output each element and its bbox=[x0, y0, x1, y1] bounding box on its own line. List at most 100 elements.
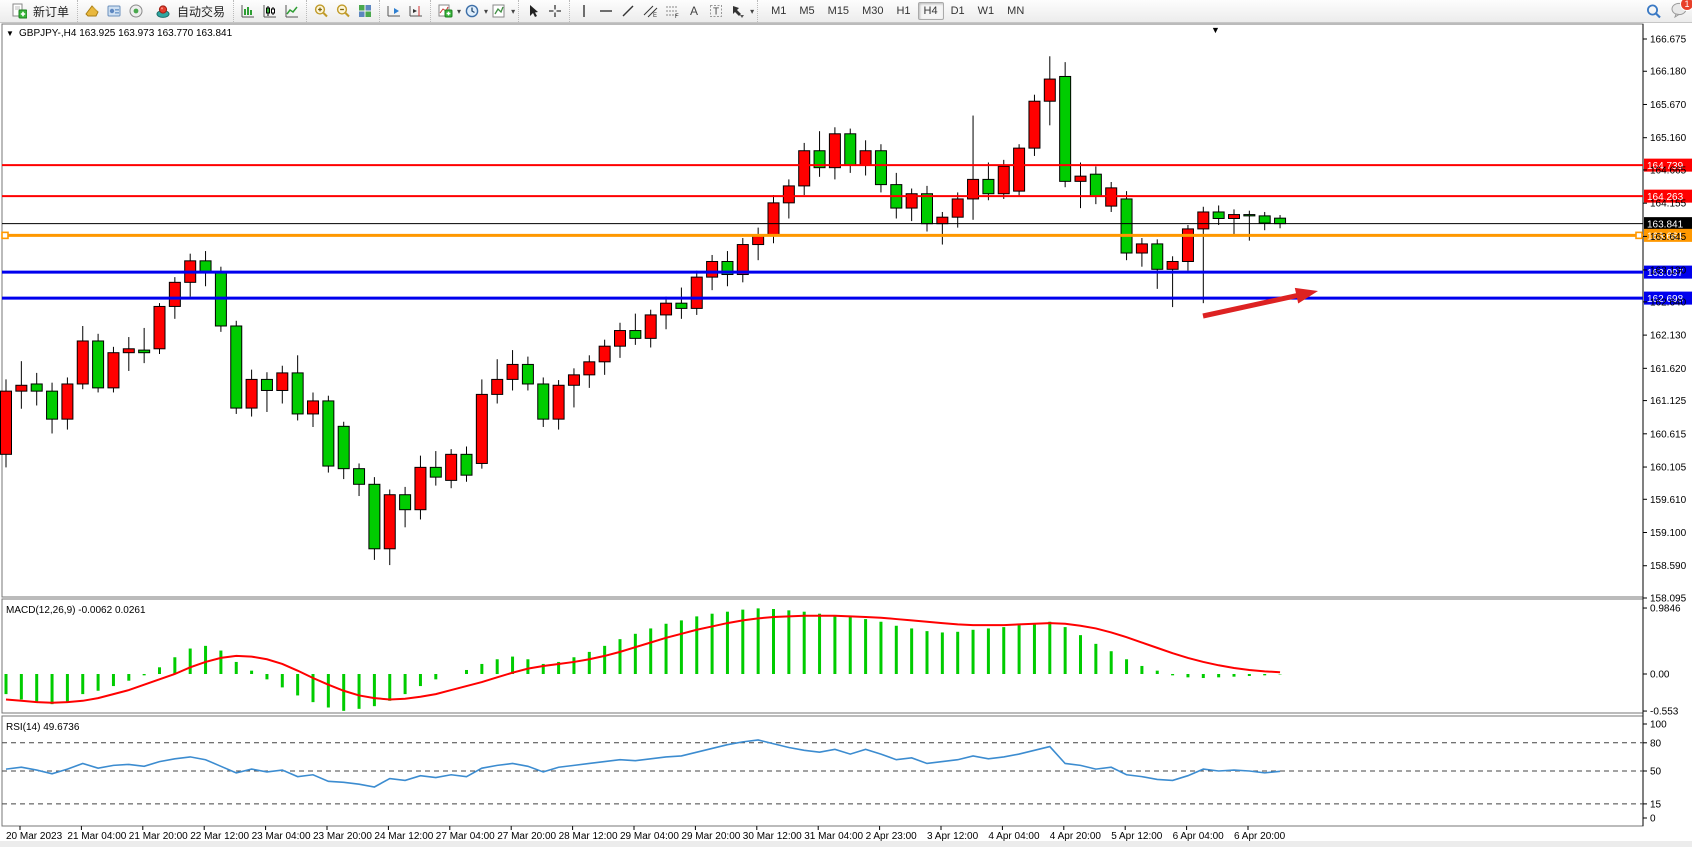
notification-badge: 1 bbox=[1680, 0, 1692, 11]
tf-button-MN[interactable]: MN bbox=[1001, 2, 1030, 20]
chart-shift-icon[interactable] bbox=[407, 3, 425, 19]
arrows-dropdown-arrow[interactable]: ▾ bbox=[750, 7, 754, 16]
svg-text:0.00: 0.00 bbox=[1650, 670, 1670, 681]
indicators-icon[interactable] bbox=[436, 3, 454, 19]
svg-text:31 Mar 04:00: 31 Mar 04:00 bbox=[804, 831, 863, 842]
zoom-in-icon[interactable] bbox=[312, 3, 330, 19]
svg-text:100: 100 bbox=[1650, 720, 1667, 731]
rsi-label: RSI(14) 49.6736 bbox=[6, 722, 80, 733]
trading-terminal-window: 新订单 自动交易 bbox=[0, 0, 1692, 847]
macd-label: MACD(12,26,9) -0.0062 0.0261 bbox=[6, 605, 146, 616]
svg-text:6 Apr 20:00: 6 Apr 20:00 bbox=[1234, 831, 1286, 842]
bar-chart-mode-icon[interactable] bbox=[239, 3, 257, 19]
trendline-tool-icon[interactable] bbox=[619, 3, 637, 19]
svg-text:166.180: 166.180 bbox=[1650, 67, 1687, 78]
svg-text:E: E bbox=[653, 13, 657, 19]
svg-text:159.610: 159.610 bbox=[1650, 495, 1687, 506]
svg-text:163.645: 163.645 bbox=[1650, 232, 1687, 243]
svg-text:28 Mar 12:00: 28 Mar 12:00 bbox=[559, 831, 618, 842]
svg-text:22 Mar 12:00: 22 Mar 12:00 bbox=[190, 831, 249, 842]
templates-dropdown-arrow[interactable]: ▾ bbox=[511, 7, 515, 16]
svg-text:166.675: 166.675 bbox=[1650, 35, 1687, 46]
svg-text:27 Mar 20:00: 27 Mar 20:00 bbox=[497, 831, 556, 842]
fibonacci-tool-icon[interactable]: F bbox=[663, 3, 681, 19]
periods-dropdown-arrow[interactable]: ▾ bbox=[484, 7, 488, 16]
svg-text:165.670: 165.670 bbox=[1650, 100, 1687, 111]
arrows-tool-icon[interactable] bbox=[729, 3, 747, 19]
line-chart-mode-icon[interactable] bbox=[283, 3, 301, 19]
channel-tool-icon[interactable]: E bbox=[641, 3, 659, 19]
new-order-button[interactable]: 新订单 bbox=[3, 1, 74, 22]
collapse-arrow-icon[interactable]: ▼ bbox=[6, 29, 14, 38]
timeframe-switcher: M1M5M15M30H1H4D1W1MN bbox=[765, 2, 1030, 20]
tf-button-M1[interactable]: M1 bbox=[765, 2, 792, 20]
cursor-icon[interactable] bbox=[524, 3, 542, 19]
svg-text:165.160: 165.160 bbox=[1650, 133, 1687, 144]
svg-text:161.620: 161.620 bbox=[1650, 364, 1687, 375]
tile-windows-icon[interactable] bbox=[356, 3, 374, 19]
label-tool-icon[interactable]: T bbox=[707, 3, 725, 19]
navigator-icon[interactable] bbox=[105, 3, 123, 19]
periods-icon[interactable] bbox=[463, 3, 481, 19]
search-icon[interactable] bbox=[1644, 3, 1662, 19]
svg-text:160.105: 160.105 bbox=[1650, 463, 1687, 474]
svg-text:4 Apr 20:00: 4 Apr 20:00 bbox=[1050, 831, 1102, 842]
market-watch-icon[interactable] bbox=[83, 3, 101, 19]
svg-text:A: A bbox=[690, 4, 698, 18]
svg-text:29 Mar 20:00: 29 Mar 20:00 bbox=[681, 831, 740, 842]
svg-text:0: 0 bbox=[1650, 814, 1656, 825]
tf-button-H1[interactable]: H1 bbox=[890, 2, 916, 20]
auto-trading-button[interactable]: 自动交易 bbox=[147, 1, 230, 22]
svg-text:160.615: 160.615 bbox=[1650, 429, 1687, 440]
svg-text:162.130: 162.130 bbox=[1650, 331, 1687, 342]
crosshair-icon[interactable] bbox=[546, 3, 564, 19]
svg-text:80: 80 bbox=[1650, 738, 1662, 749]
new-order-label: 新订单 bbox=[33, 3, 69, 20]
svg-text:23 Mar 04:00: 23 Mar 04:00 bbox=[252, 831, 311, 842]
main-toolbar: 新订单 自动交易 bbox=[0, 0, 1692, 23]
auto-scroll-icon[interactable] bbox=[385, 3, 403, 19]
chart-title: GBPJPY-,H4 163.925 163.973 163.770 163.8… bbox=[19, 28, 233, 39]
auto-trading-label: 自动交易 bbox=[177, 3, 225, 20]
svg-text:0.9846: 0.9846 bbox=[1650, 604, 1681, 615]
candlestick-mode-icon[interactable] bbox=[261, 3, 279, 19]
tf-button-D1[interactable]: D1 bbox=[945, 2, 971, 20]
vertical-line-tool-icon[interactable] bbox=[575, 3, 593, 19]
chart-shift-marker-icon[interactable]: ▼ bbox=[1211, 25, 1220, 35]
svg-text:164.155: 164.155 bbox=[1650, 199, 1687, 210]
text-tool-icon[interactable]: A bbox=[685, 3, 703, 19]
svg-text:15: 15 bbox=[1650, 799, 1662, 810]
svg-text:30 Mar 12:00: 30 Mar 12:00 bbox=[743, 831, 802, 842]
svg-text:21 Mar 04:00: 21 Mar 04:00 bbox=[67, 831, 126, 842]
tf-button-W1[interactable]: W1 bbox=[972, 2, 1001, 20]
chart-canvas[interactable]: 164.739164.263163.841163.661163.097162.6… bbox=[0, 23, 1692, 847]
data-window-icon[interactable] bbox=[127, 3, 145, 19]
templates-icon[interactable] bbox=[490, 3, 508, 19]
svg-text:163.130: 163.130 bbox=[1650, 265, 1687, 276]
svg-text:5 Apr 12:00: 5 Apr 12:00 bbox=[1111, 831, 1163, 842]
indicators-dropdown-arrow[interactable]: ▾ bbox=[457, 7, 461, 16]
new-order-icon bbox=[10, 3, 28, 19]
svg-text:161.125: 161.125 bbox=[1650, 396, 1687, 407]
svg-text:158.590: 158.590 bbox=[1650, 561, 1687, 572]
tf-button-H4[interactable]: H4 bbox=[918, 2, 944, 20]
svg-text:6 Apr 04:00: 6 Apr 04:00 bbox=[1173, 831, 1225, 842]
svg-text:T: T bbox=[713, 7, 719, 18]
svg-text:-0.553: -0.553 bbox=[1650, 707, 1679, 718]
notifications-button[interactable]: 1 bbox=[1670, 1, 1688, 21]
svg-text:159.100: 159.100 bbox=[1650, 528, 1687, 539]
svg-text:20 Mar 2023: 20 Mar 2023 bbox=[6, 831, 63, 842]
chart-window: 164.739164.263163.841163.661163.097162.6… bbox=[0, 23, 1692, 847]
zoom-out-icon[interactable] bbox=[334, 3, 352, 19]
svg-text:3 Apr 12:00: 3 Apr 12:00 bbox=[927, 831, 979, 842]
svg-text:29 Mar 04:00: 29 Mar 04:00 bbox=[620, 831, 679, 842]
tf-button-M30[interactable]: M30 bbox=[856, 2, 889, 20]
svg-text:2 Apr 23:00: 2 Apr 23:00 bbox=[866, 831, 918, 842]
svg-text:50: 50 bbox=[1650, 767, 1662, 778]
tf-button-M15[interactable]: M15 bbox=[822, 2, 855, 20]
horizontal-line-tool-icon[interactable] bbox=[597, 3, 615, 19]
svg-text:4 Apr 04:00: 4 Apr 04:00 bbox=[988, 831, 1040, 842]
svg-text:24 Mar 12:00: 24 Mar 12:00 bbox=[374, 831, 433, 842]
tf-button-M5[interactable]: M5 bbox=[793, 2, 820, 20]
svg-text:23 Mar 20:00: 23 Mar 20:00 bbox=[313, 831, 372, 842]
